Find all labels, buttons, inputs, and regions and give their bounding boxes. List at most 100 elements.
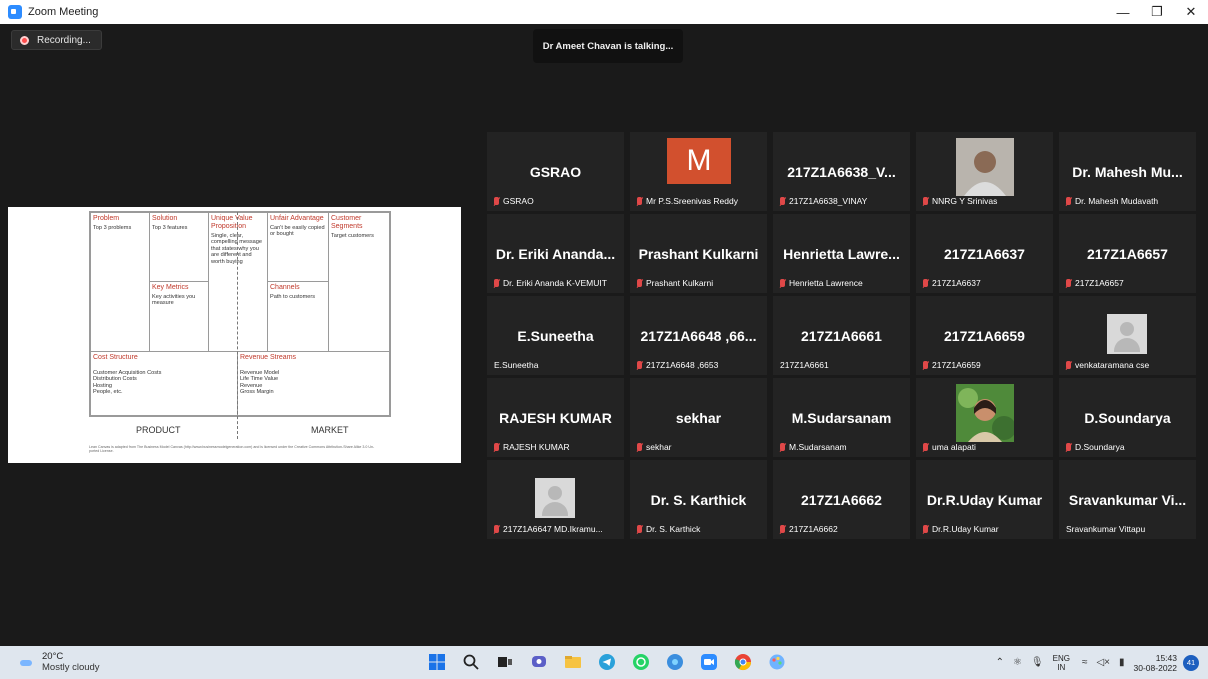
language-code: ENG <box>1052 653 1070 663</box>
cell-text: Top 3 problems <box>93 225 132 231</box>
participant-tile[interactable]: 217Z1A6659 217Z1A6659 <box>916 296 1053 375</box>
participant-tile[interactable]: Dr. Eriki Ananda... Dr. Eriki Ananda K-VE… <box>487 214 624 293</box>
zoom-icon[interactable] <box>697 650 721 674</box>
participant-tile[interactable]: 217Z1A6661 217Z1A6661 <box>773 296 910 375</box>
temperature: 20°C <box>42 651 64 662</box>
recording-indicator[interactable]: Recording... <box>11 30 102 50</box>
participant-tile[interactable]: 217Z1A6638_V... 217Z1A6638_VINAY <box>773 132 910 211</box>
file-explorer-icon[interactable] <box>561 650 585 674</box>
participant-tile[interactable]: E.Suneetha E.Suneetha <box>487 296 624 375</box>
participant-tile[interactable]: Dr. S. Karthick Dr. S. Karthick <box>630 460 767 539</box>
participant-name-label: M.Sudarsanam <box>776 440 851 453</box>
participant-label-text: Mr P.S.Sreenivas Reddy <box>646 195 738 206</box>
participant-tile[interactable]: 217Z1A6662 217Z1A6662 <box>773 460 910 539</box>
default-avatar-icon <box>535 478 575 518</box>
close-button[interactable]: ✕ <box>1174 0 1208 24</box>
cell-text: Target customers <box>331 233 374 239</box>
canvas-cell-revenue-streams: Revenue Streams Revenue Model Life Time … <box>237 351 390 416</box>
muted-mic-icon <box>494 196 499 205</box>
chevron-up-icon[interactable]: ⌃ <box>996 657 1004 668</box>
windows-start-icon[interactable] <box>425 650 449 674</box>
teams-chat-icon[interactable] <box>527 650 551 674</box>
participant-tile[interactable]: Sravankumar Vi... Sravankumar Vittapu <box>1059 460 1196 539</box>
participant-display-name: 217Z1A6637 <box>944 246 1025 262</box>
cell-text: Customer Acquisition Costs Distribution … <box>93 370 235 396</box>
microphone-icon[interactable]: 🎙 <box>1031 657 1044 668</box>
participant-tile[interactable]: Henrietta Lawre... Henrietta Lawrence <box>773 214 910 293</box>
participant-label-text: 217Z1A6647 MD.Ikramu... <box>503 523 603 534</box>
participant-tile[interactable]: Dr. Mahesh Mu... Dr. Mahesh Mudavath <box>1059 132 1196 211</box>
meeting-stage: Recording... Dr Ameet Chavan is talking.… <box>0 24 1208 646</box>
participant-label-text: D.Soundarya <box>1075 441 1125 452</box>
participant-tile[interactable]: Prashant Kulkarni Prashant Kulkarni <box>630 214 767 293</box>
cost-line: People, etc. <box>93 389 123 396</box>
participant-tile[interactable]: sekhar sekhar <box>630 378 767 457</box>
participant-label-text: Dr. Mahesh Mudavath <box>1075 195 1159 206</box>
language-indicator[interactable]: ENG IN <box>1053 654 1070 672</box>
chrome-icon[interactable] <box>731 650 755 674</box>
cell-title: Unfair Advantage <box>270 215 324 222</box>
participant-tile[interactable]: RAJESH KUMAR RAJESH KUMAR <box>487 378 624 457</box>
participant-name-label: Dr. Mahesh Mudavath <box>1062 194 1162 207</box>
battery-icon[interactable]: ▮ <box>1119 657 1125 668</box>
participant-tile[interactable]: NNRG Y Srinivas <box>916 132 1053 211</box>
participant-tile[interactable]: 217Z1A6657 217Z1A6657 <box>1059 214 1196 293</box>
windows-taskbar: 20°C Mostly cloudy ⌃ ⚛ 🎙 ENG IN ≈ ◁× ▮ 1… <box>0 646 1208 679</box>
participant-tile[interactable]: uma alapati <box>916 378 1053 457</box>
telegram-icon[interactable] <box>595 650 619 674</box>
participant-tile[interactable]: 217Z1A6647 MD.Ikramu... <box>487 460 624 539</box>
cell-title: Problem <box>93 215 120 222</box>
whatsapp-icon[interactable] <box>629 650 653 674</box>
task-view-icon[interactable] <box>493 650 517 674</box>
muted-mic-icon <box>780 524 785 533</box>
participant-tile[interactable]: GSRAO GSRAO <box>487 132 624 211</box>
minimize-button[interactable]: — <box>1106 0 1140 24</box>
weather-condition: Mostly cloudy <box>42 662 100 673</box>
muted-mic-icon <box>780 278 785 287</box>
canvas-cell-unfair-advantage: Unfair Advantage Can't be easily copied … <box>267 212 329 282</box>
cell-title: Solution <box>152 215 178 222</box>
canvas-cell-channels: Channels Path to customers <box>267 281 329 352</box>
search-icon[interactable] <box>459 650 483 674</box>
cell-text: Key activities you measure <box>152 294 196 307</box>
clock[interactable]: 15:43 30-08-2022 <box>1134 653 1177 673</box>
market-label: MARKET <box>311 425 349 435</box>
muted-mic-icon <box>637 196 642 205</box>
participant-tile[interactable]: 217Z1A6637 217Z1A6637 <box>916 214 1053 293</box>
product-market-divider <box>237 212 238 439</box>
participant-tile[interactable]: D.Soundarya D.Soundarya <box>1059 378 1196 457</box>
muted-mic-icon <box>494 278 499 287</box>
canvas-cell-cost-structure: Cost Structure Customer Acquisition Cost… <box>90 351 238 416</box>
paint-icon[interactable] <box>765 650 789 674</box>
wifi-icon[interactable]: ≈ <box>1082 657 1088 668</box>
network-app-icon[interactable] <box>663 650 687 674</box>
active-speaker-banner: Dr Ameet Chavan is talking... <box>533 29 683 63</box>
window-controls: — ❐ ✕ <box>1106 0 1208 24</box>
participant-name-label: D.Soundarya <box>1062 440 1129 453</box>
participant-initial-avatar: M <box>667 138 731 184</box>
volume-icon[interactable]: ◁× <box>1096 657 1110 668</box>
notification-badge[interactable]: 41 <box>1183 654 1199 671</box>
participant-display-name: RAJESH KUMAR <box>499 410 612 426</box>
participant-label-text: 217Z1A6637 <box>932 277 981 288</box>
muted-mic-icon <box>637 278 642 287</box>
participant-tile[interactable]: venkataramana cse <box>1059 296 1196 375</box>
weather-widget[interactable]: 20°C Mostly cloudy <box>18 651 100 673</box>
canvas-cell-key-metrics: Key Metrics Key activities you measure <box>149 281 209 352</box>
participant-tile[interactable]: 217Z1A6648 ,66... 217Z1A6648 ,6653 <box>630 296 767 375</box>
participant-tile[interactable]: M Mr P.S.Sreenivas Reddy <box>630 132 767 211</box>
participant-name-label: Dr. Eriki Ananda K-VEMUIT <box>490 276 611 289</box>
default-avatar-icon <box>1107 314 1147 354</box>
restore-button[interactable]: ❐ <box>1140 0 1174 24</box>
tray-app-icon[interactable]: ⚛ <box>1013 657 1022 668</box>
participant-name-label: 217Z1A6637 <box>919 276 985 289</box>
shared-screen[interactable]: Problem Top 3 problems Solution Top 3 fe… <box>8 207 461 463</box>
muted-mic-icon <box>494 524 499 533</box>
participant-tile[interactable]: M.Sudarsanam M.Sudarsanam <box>773 378 910 457</box>
window-title-bar: Zoom Meeting — ❐ ✕ <box>0 0 1208 24</box>
revenue-line: Gross Margin <box>240 389 274 396</box>
canvas-cell-problem: Problem Top 3 problems <box>90 212 150 352</box>
participant-tile[interactable]: Dr.R.Uday Kumar Dr.R.Uday Kumar <box>916 460 1053 539</box>
participant-display-name: D.Soundarya <box>1084 410 1171 426</box>
participant-display-name: 217Z1A6648 ,66... <box>640 328 757 344</box>
